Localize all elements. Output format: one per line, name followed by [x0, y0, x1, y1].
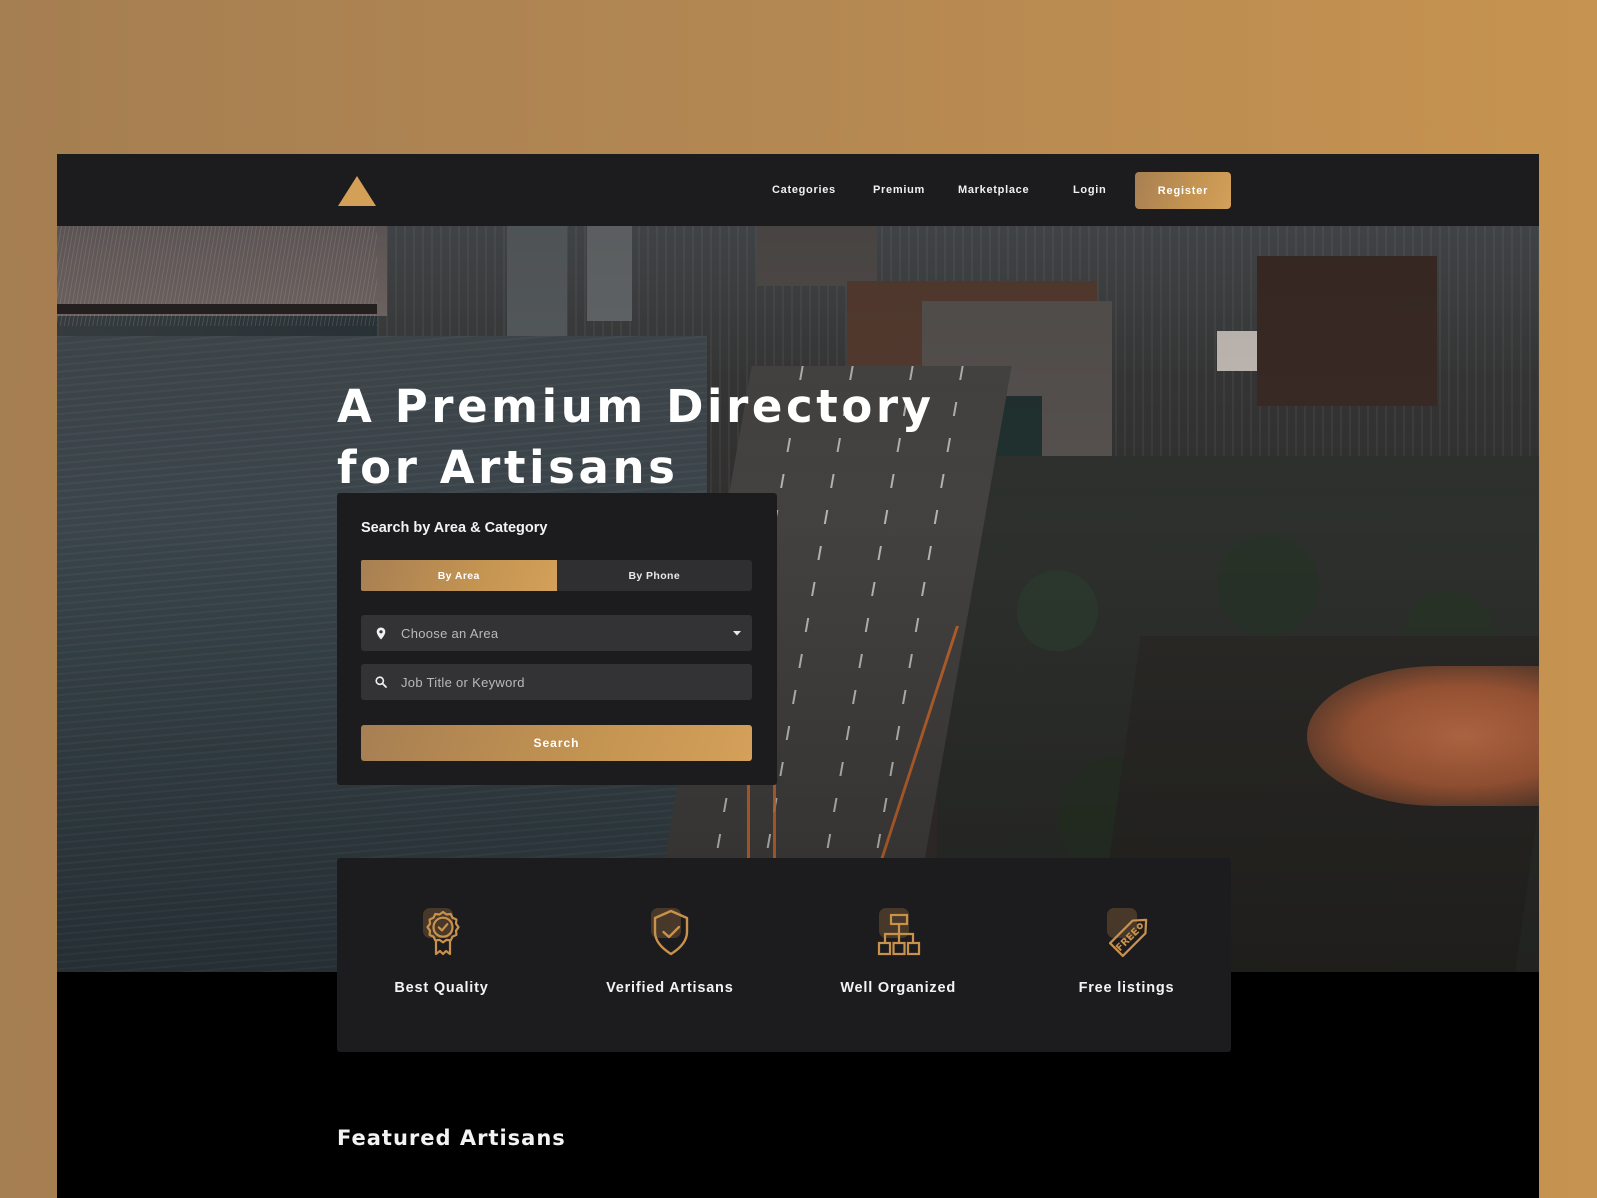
feature-free-listings: FREE Free listings — [1064, 858, 1189, 1052]
hero-title-line-1: A Premium Directory — [337, 380, 935, 433]
hero-title-line-2: for Artisans — [337, 441, 679, 494]
register-button[interactable]: Register — [1135, 172, 1231, 209]
navbar: Categories Premium Marketplace Login Reg… — [57, 154, 1539, 226]
area-select-input[interactable] — [401, 625, 722, 641]
area-select[interactable] — [361, 615, 752, 651]
nav-link-marketplace[interactable]: Marketplace — [958, 184, 1029, 196]
org-chart-icon — [878, 913, 921, 956]
award-badge-icon — [425, 910, 460, 956]
nav-link-categories[interactable]: Categories — [772, 184, 836, 196]
search-icon — [361, 676, 401, 688]
feature-best-quality: Best Quality — [379, 858, 504, 1052]
keyword-field[interactable] — [361, 664, 752, 700]
feature-verified-artisans: Verified Artisans — [606, 858, 734, 1052]
feature-well-organized: Well Organized — [836, 858, 961, 1052]
nav-link-login[interactable]: Login — [1073, 184, 1106, 196]
feature-label: Best Quality — [394, 980, 489, 996]
chevron-down-icon[interactable] — [722, 630, 752, 636]
tab-by-phone[interactable]: By Phone — [556, 560, 752, 591]
search-card: Search by Area & Category By Area By Pho… — [337, 493, 777, 785]
triangle-logo-icon[interactable] — [337, 175, 377, 207]
featured-artisans-heading: Featured Artisans — [337, 1126, 566, 1150]
search-button[interactable]: Search — [361, 725, 752, 761]
browser-page: Categories Premium Marketplace Login Reg… — [57, 154, 1539, 1198]
shield-check-icon — [653, 909, 689, 956]
search-mode-tabs: By Area By Phone — [361, 560, 752, 591]
hero-title: A Premium Directory for Artisans — [337, 376, 957, 498]
feature-label: Well Organized — [840, 980, 956, 996]
free-tag-icon: FREE — [1109, 918, 1148, 958]
search-card-title: Search by Area & Category — [361, 520, 548, 536]
features-panel: Best Quality Verified Artisans Well Orga… — [337, 858, 1231, 1052]
map-pin-icon — [361, 627, 401, 640]
feature-label: Free listings — [1078, 980, 1175, 996]
tab-by-area[interactable]: By Area — [361, 560, 557, 591]
feature-label: Verified Artisans — [606, 980, 734, 996]
keyword-input[interactable] — [401, 674, 752, 690]
nav-link-premium[interactable]: Premium — [873, 184, 925, 196]
